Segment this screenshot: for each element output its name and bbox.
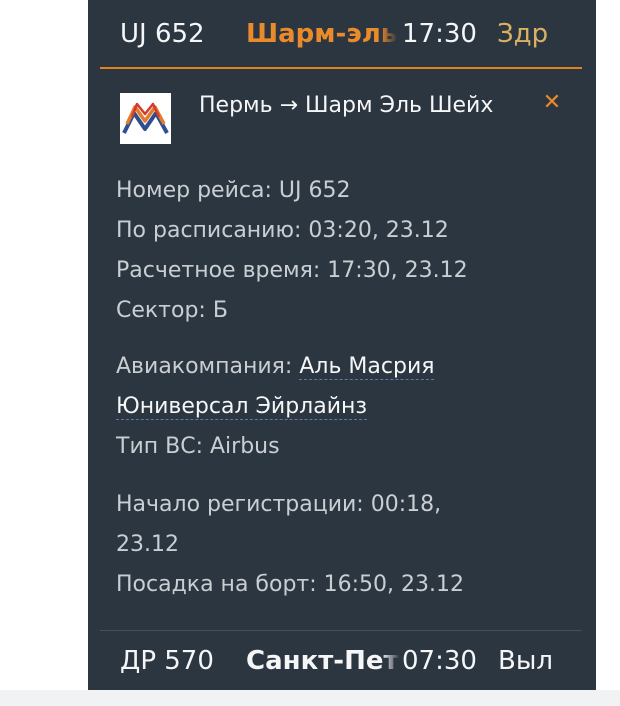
aircraft-label: Тип ВС: [116,434,203,459]
scheduled-line: По расписанию: 03:20, 23.12 [116,211,516,251]
airline-link-part2[interactable]: Юниверсал Эйрлайнз [116,394,368,420]
flight-number-cell: ДР 570 [120,645,214,676]
route-title: Пермь → Шарм Эль Шейх [199,92,494,118]
boarding-line: Посадка на борт: 16:50, 23.12 [116,565,516,605]
estimated-label: Расчетное время: [116,258,321,283]
destination-text: Санкт-Петербург [246,645,400,676]
scheduled-value: 03:20, 23.12 [308,218,449,243]
sector-line: Сектор: Б [116,291,516,331]
checkin-line: Начало регистрации: 00:18, [116,485,516,525]
flight-row[interactable]: ДР 570 Санкт-Петербург 07:30 Выл [100,631,582,690]
flight-number-value: UJ 652 [278,178,351,203]
flight-number-line: Номер рейса: UJ 652 [116,171,516,211]
destination-cell: Шарм-эль-Шейх [246,0,398,67]
flight-number-cell: UJ 652 [120,18,205,49]
aircraft-line: Тип ВС: Airbus [116,427,516,467]
checkin-time: 00:18, [370,492,442,517]
airline-line: Авиакомпания: Аль Масрия [116,347,516,387]
airline-line-2: Юниверсал Эйрлайнз [116,387,516,427]
scheduled-label: По расписанию: [116,218,302,243]
flight-detail-card: Пермь → Шарм Эль Шейх ✕ Номер рейса: UJ … [100,69,582,630]
status-cell: Выл [498,645,553,676]
boarding-value: 16:50, 23.12 [323,572,465,597]
airline-logo-icon [120,93,171,144]
estimated-line: Расчетное время: 17:30, 23.12 [116,251,516,291]
status-cell: Здр [497,18,549,49]
airline-label: Авиакомпания: [116,354,293,379]
aircraft-value: Airbus [209,434,280,459]
checkin-label: Начало регистрации: [116,492,364,517]
close-icon[interactable]: ✕ [540,89,564,115]
destination-text: Шарм-эль-Шейх [246,18,398,49]
sector-value: Б [212,298,228,323]
boarding-label: Посадка на борт: [116,572,317,597]
sector-label: Сектор: [116,298,206,323]
airline-link-part1[interactable]: Аль Масрия [299,354,435,380]
flight-number-label: Номер рейса: [116,178,272,203]
time-cell: 17:30 [402,18,477,49]
destination-cell: Санкт-Петербург [246,631,400,690]
time-cell: 07:30 [402,645,477,676]
checkin-date: 23.12 [116,532,179,557]
flight-info: Номер рейса: UJ 652 По расписанию: 03:20… [116,171,516,605]
estimated-value: 17:30, 23.12 [327,258,468,283]
page-bottom-strip [0,690,620,706]
flight-row-selected[interactable]: UJ 652 Шарм-эль-Шейх 17:30 Здр [100,0,582,69]
checkin-date-line: 23.12 [116,525,516,565]
